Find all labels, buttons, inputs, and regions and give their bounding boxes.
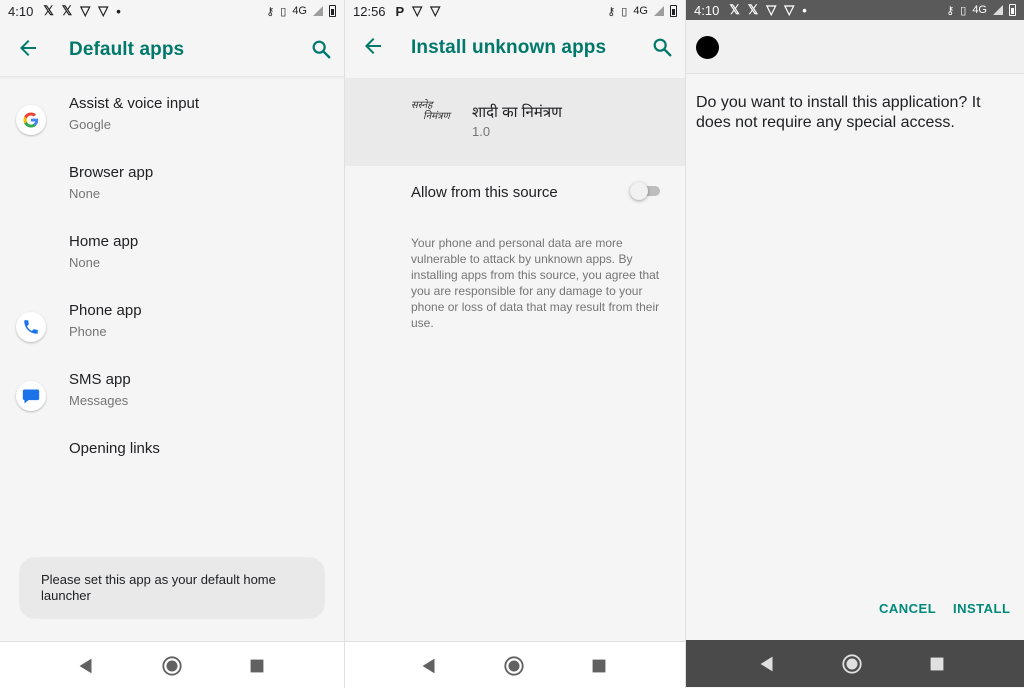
nav-home-icon[interactable] bbox=[503, 655, 525, 677]
install-unknown-apps-screen: 12:56 P ▽ ▽ ⚷ ▯ 4G Install unknown apps … bbox=[345, 0, 685, 688]
back-arrow-icon[interactable] bbox=[16, 36, 40, 60]
item-value: Google bbox=[69, 117, 111, 132]
item-label: SMS app bbox=[69, 371, 131, 388]
x-notification-icon: 𝕏 bbox=[747, 2, 759, 17]
google-icon bbox=[16, 105, 46, 135]
list-item-phone[interactable]: Phone app Phone bbox=[0, 302, 344, 371]
nav-back-icon[interactable] bbox=[75, 655, 97, 677]
network-type: 4G bbox=[292, 5, 307, 17]
battery-icon bbox=[670, 5, 677, 17]
nav-recents-icon[interactable] bbox=[246, 655, 268, 677]
navigation-bar bbox=[345, 641, 685, 688]
vibrate-icon: ▯ bbox=[621, 5, 628, 18]
network-type: 4G bbox=[972, 4, 987, 16]
p-notification-icon: P bbox=[395, 3, 405, 19]
item-label: Browser app bbox=[69, 164, 154, 181]
install-question: Do you want to install this application?… bbox=[696, 94, 981, 131]
item-value: None bbox=[69, 186, 101, 201]
item-label: Opening links bbox=[69, 440, 160, 457]
app-logo-line: सस्नेह bbox=[411, 100, 433, 111]
navigation-bar bbox=[686, 640, 1024, 687]
more-notifications-icon: • bbox=[802, 2, 807, 18]
dialog-header bbox=[686, 20, 1024, 74]
x-notification-icon: 𝕏 bbox=[43, 3, 54, 18]
v-notification-icon: ▽ bbox=[430, 3, 441, 18]
search-icon[interactable] bbox=[310, 38, 332, 60]
vibrate-icon: ▯ bbox=[960, 4, 967, 17]
list-item-assist[interactable]: Assist & voice input Google bbox=[0, 95, 344, 164]
key-icon: ⚷ bbox=[607, 5, 616, 18]
nav-home-icon[interactable] bbox=[841, 653, 863, 675]
list-item-opening-links[interactable]: Opening links bbox=[0, 440, 344, 509]
toggle-knob bbox=[630, 182, 648, 200]
item-label: Phone app bbox=[69, 302, 142, 319]
v-notification-icon: ▽ bbox=[784, 2, 795, 17]
v-notification-icon: ▽ bbox=[766, 2, 777, 17]
v-notification-icon: ▽ bbox=[412, 3, 423, 18]
app-info-header: सस्नेह निमंत्रण शादी का निमंत्रण 1.0 bbox=[345, 78, 685, 166]
x-notification-icon: 𝕏 bbox=[729, 2, 740, 17]
item-label: Assist & voice input bbox=[69, 95, 200, 112]
status-time: 4:10 bbox=[8, 3, 34, 19]
app-bar: Default apps bbox=[0, 22, 344, 76]
app-bar: Install unknown apps bbox=[345, 20, 685, 74]
signal-icon bbox=[313, 6, 323, 16]
status-bar: 12:56 P ▽ ▽ ⚷ ▯ 4G bbox=[345, 0, 685, 22]
signal-icon bbox=[993, 5, 1003, 15]
key-icon: ⚷ bbox=[946, 4, 955, 17]
item-value: Phone bbox=[69, 324, 107, 339]
nav-recents-icon[interactable] bbox=[926, 653, 948, 675]
status-time: 12:56 bbox=[353, 3, 386, 19]
list-item-sms[interactable]: SMS app Messages bbox=[0, 371, 344, 440]
nav-back-icon[interactable] bbox=[756, 653, 778, 675]
nav-back-icon[interactable] bbox=[418, 655, 440, 677]
app-bar-shadow bbox=[0, 76, 344, 79]
messages-icon bbox=[16, 381, 46, 411]
more-notifications-icon: • bbox=[116, 3, 121, 19]
status-bar: 4:10 𝕏 𝕏 ▽ ▽ • ⚷ ▯ 4G bbox=[0, 0, 344, 22]
signal-icon bbox=[654, 6, 664, 16]
item-value: Messages bbox=[69, 393, 129, 408]
item-value: None bbox=[69, 255, 101, 270]
app-logo: सस्नेह निमंत्रण bbox=[411, 100, 457, 140]
search-icon[interactable] bbox=[651, 36, 673, 58]
app-logo-line: निमंत्रण bbox=[423, 111, 450, 122]
v-notification-icon: ▽ bbox=[98, 3, 109, 18]
navigation-bar bbox=[0, 641, 344, 688]
app-icon bbox=[696, 36, 719, 59]
cancel-button[interactable]: CANCEL bbox=[879, 601, 936, 616]
nav-home-icon[interactable] bbox=[161, 655, 183, 677]
battery-icon bbox=[329, 5, 336, 17]
back-arrow-icon[interactable] bbox=[361, 34, 385, 58]
app-name: शादी का निमंत्रण bbox=[472, 104, 562, 121]
allow-from-source-label[interactable]: Allow from this source bbox=[411, 184, 558, 201]
v-notification-icon: ▽ bbox=[80, 3, 91, 18]
page-title: Install unknown apps bbox=[411, 37, 607, 58]
install-button[interactable]: INSTALL bbox=[953, 601, 1010, 616]
status-time: 4:10 bbox=[694, 2, 720, 18]
install-app-dialog-screen: 4:10 𝕏 𝕏 ▽ ▽ • ⚷ ▯ 4G Do you want to ins… bbox=[686, 0, 1024, 688]
phone-icon bbox=[16, 312, 46, 342]
status-bar: 4:10 𝕏 𝕏 ▽ ▽ • ⚷ ▯ 4G bbox=[686, 0, 1024, 20]
x-notification-icon: 𝕏 bbox=[61, 3, 73, 18]
list-item-home[interactable]: Home app None bbox=[0, 233, 344, 302]
item-label: Home app bbox=[69, 233, 139, 250]
default-apps-screen: 4:10 𝕏 𝕏 ▽ ▽ • ⚷ ▯ 4G Default apps Assis… bbox=[0, 0, 344, 688]
list-item-browser[interactable]: Browser app None bbox=[0, 164, 344, 233]
battery-icon bbox=[1009, 4, 1016, 16]
security-warning-text: Your phone and personal data are more vu… bbox=[411, 236, 660, 330]
toast-message: Please set this app as your default home… bbox=[19, 557, 325, 619]
nav-recents-icon[interactable] bbox=[588, 655, 610, 677]
vibrate-icon: ▯ bbox=[280, 5, 287, 18]
page-title: Default apps bbox=[69, 39, 185, 60]
network-type: 4G bbox=[633, 5, 648, 17]
app-version: 1.0 bbox=[472, 124, 491, 139]
allow-from-source-toggle[interactable] bbox=[630, 182, 662, 200]
key-icon: ⚷ bbox=[266, 5, 275, 18]
